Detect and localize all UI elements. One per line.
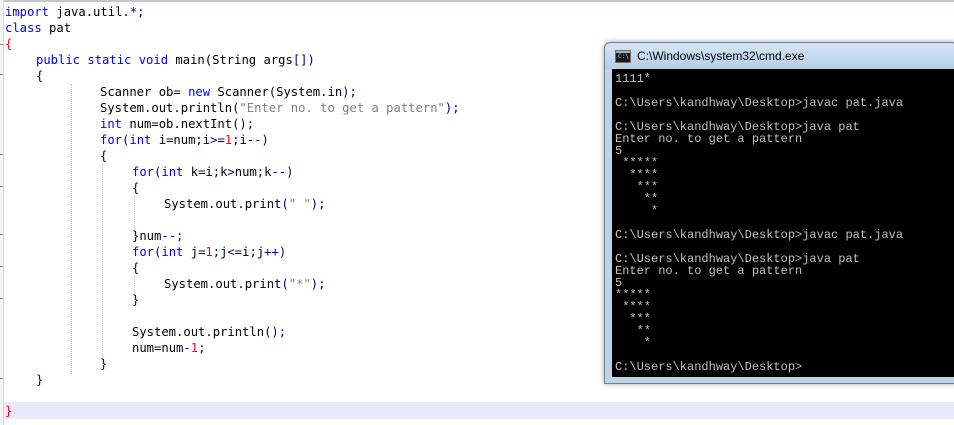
cmd-titlebar[interactable]: C:\ C:\Windows\system32\cmd.exe bbox=[605, 43, 954, 69]
fold-marker[interactable] bbox=[0, 74, 3, 75]
code-text: { bbox=[132, 181, 140, 195]
fold-marker[interactable] bbox=[0, 234, 3, 235]
code-line: { bbox=[132, 180, 139, 196]
code-line: class pat bbox=[5, 21, 72, 35]
console-icon: C:\ bbox=[615, 50, 631, 63]
editor-top-border bbox=[0, 0, 954, 2]
code-line: { bbox=[132, 260, 139, 276]
console-line: * bbox=[615, 336, 652, 350]
cmd-window[interactable]: C:\ C:\Windows\system32\cmd.exe 1111* C:\… bbox=[604, 42, 954, 384]
fold-marker[interactable] bbox=[0, 154, 3, 155]
code-line: System.out.println(); bbox=[132, 325, 287, 339]
code-text: { bbox=[36, 69, 44, 83]
code-line: Scanner ob= new Scanner(System.in); bbox=[100, 85, 357, 99]
code-line: { bbox=[36, 68, 43, 84]
indent-guide bbox=[71, 84, 72, 374]
code-line: } bbox=[36, 372, 43, 388]
code-line: }num--; bbox=[132, 229, 184, 243]
console-line: Enter no. to get a pattern bbox=[615, 264, 803, 278]
code-line: } bbox=[5, 403, 12, 419]
code-text: } bbox=[36, 373, 44, 387]
code-line: } bbox=[100, 356, 107, 372]
window-title: C:\Windows\system32\cmd.exe bbox=[637, 49, 805, 63]
console-line: * bbox=[615, 204, 659, 218]
console-line: Enter no. to get a pattern bbox=[615, 132, 803, 146]
fold-marker[interactable] bbox=[0, 44, 3, 45]
current-line-highlight bbox=[4, 402, 954, 419]
code-text: } bbox=[132, 293, 140, 307]
console-line: 1111* bbox=[615, 72, 652, 86]
code-line: num=num-1; bbox=[132, 341, 206, 355]
code-text: } bbox=[100, 357, 108, 371]
code-line: System.out.println("Enter no. to get a p… bbox=[100, 101, 460, 115]
fold-marker[interactable] bbox=[0, 186, 3, 187]
code-text: } bbox=[5, 404, 13, 418]
code-line: System.out.print("*"); bbox=[164, 277, 326, 291]
code-line: for(int k=i;k>num;k--) bbox=[132, 165, 294, 179]
indent-guide bbox=[102, 164, 103, 364]
editor-gutter bbox=[0, 0, 4, 425]
code-line: public static void main(String args[]) bbox=[36, 53, 315, 67]
code-line: for(int i=num;i>=1;i--) bbox=[100, 133, 269, 147]
code-line: import java.util.*; bbox=[5, 5, 145, 19]
code-line: { bbox=[100, 148, 107, 164]
code-line: } bbox=[132, 292, 139, 308]
console-line: C:\Users\kandhway\Desktop> bbox=[615, 360, 803, 374]
console-line: C:\Users\kandhway\Desktop>javac pat.java bbox=[615, 228, 904, 242]
code-line: System.out.print(" "); bbox=[164, 197, 326, 211]
fold-marker[interactable] bbox=[0, 266, 3, 267]
code-text: { bbox=[5, 37, 13, 51]
fold-marker[interactable] bbox=[0, 378, 3, 379]
fold-marker[interactable] bbox=[0, 298, 3, 299]
console-line: C:\Users\kandhway\Desktop>javac pat.java bbox=[615, 96, 904, 110]
code-text: { bbox=[100, 149, 108, 163]
code-line: for(int j=1;j<=i;j++) bbox=[132, 245, 287, 259]
code-line: { bbox=[5, 36, 12, 52]
code-line: int num=ob.nextInt(); bbox=[100, 117, 255, 131]
code-text: { bbox=[132, 261, 140, 275]
console-output[interactable]: 1111* C:\Users\kandhway\Desktop>javac pat… bbox=[612, 69, 954, 377]
